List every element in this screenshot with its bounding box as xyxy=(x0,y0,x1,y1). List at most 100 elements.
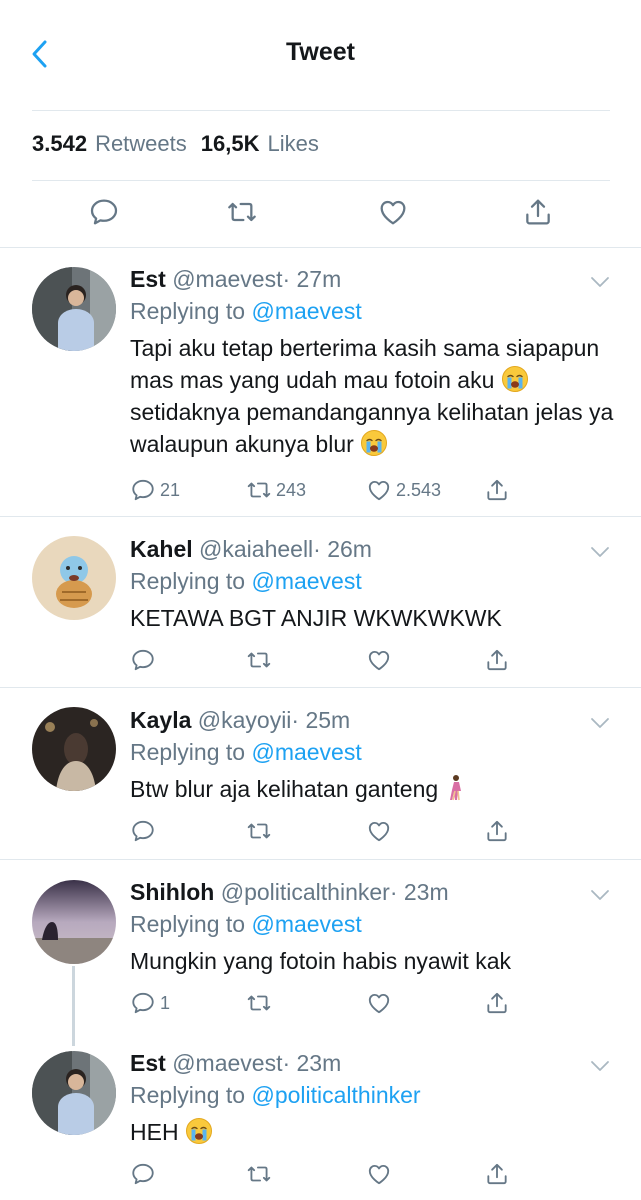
retweet-icon xyxy=(246,1161,272,1187)
retweet-button[interactable] xyxy=(246,644,272,676)
like-button[interactable] xyxy=(366,644,392,676)
display-name[interactable]: Est xyxy=(130,1050,166,1076)
reply-icon xyxy=(130,818,156,844)
crying-emoji-icon xyxy=(360,429,388,457)
divider xyxy=(0,247,641,248)
tweet-action-bar xyxy=(0,180,641,246)
mention-link[interactable]: @maevest xyxy=(251,298,361,324)
chevron-down-icon[interactable] xyxy=(589,544,611,560)
share-button[interactable] xyxy=(484,644,510,676)
display-name[interactable]: Est xyxy=(130,266,166,292)
user-handle[interactable]: @maevest xyxy=(172,1050,282,1076)
share-icon xyxy=(484,477,510,503)
replying-label: Replying to xyxy=(130,739,246,765)
chevron-down-icon[interactable] xyxy=(589,1058,611,1074)
retweet-button[interactable]: 243 xyxy=(246,474,306,506)
share-button[interactable] xyxy=(484,1158,510,1190)
timestamp: · 23m xyxy=(389,879,449,905)
chevron-down-icon[interactable] xyxy=(589,715,611,731)
retweet-icon xyxy=(246,477,272,503)
reply-actions xyxy=(130,1158,630,1190)
avatar[interactable] xyxy=(32,267,116,351)
page-title: Tweet xyxy=(286,38,355,66)
display-name[interactable]: Shihloh xyxy=(130,879,214,905)
avatar[interactable] xyxy=(32,707,116,791)
avatar[interactable] xyxy=(32,880,116,964)
share-button[interactable] xyxy=(484,987,510,1019)
timestamp: · 23m xyxy=(282,1050,342,1076)
avatar[interactable] xyxy=(32,1051,116,1135)
tweet-stats: 3.542 Retweets 16,5K Likes xyxy=(32,131,325,157)
mention-link[interactable]: @maevest xyxy=(251,739,361,765)
divider xyxy=(32,110,610,111)
mention-link[interactable]: @politicalthinker xyxy=(251,1082,420,1108)
reply-count: 21 xyxy=(160,479,181,500)
list-item[interactable]: Shihloh @politicalthinker· 23m Replying … xyxy=(0,869,641,1029)
replying-to: Replying to @maevest xyxy=(130,298,362,325)
heart-icon xyxy=(366,1161,392,1187)
reply-actions xyxy=(130,644,630,676)
retweet-icon xyxy=(246,647,272,673)
display-name[interactable]: Kahel xyxy=(130,536,193,562)
retweets-label[interactable]: Retweets xyxy=(95,131,187,157)
list-item[interactable]: Kayla @kayoyii· 25m Replying to @maevest… xyxy=(0,697,641,857)
reply-header: Est @maevest· 27m xyxy=(130,266,341,293)
replying-label: Replying to xyxy=(130,911,246,937)
reply-button[interactable] xyxy=(84,192,124,232)
avatar[interactable] xyxy=(32,536,116,620)
reply-button[interactable]: 21 xyxy=(130,474,180,506)
retweet-button[interactable] xyxy=(246,1158,272,1190)
reply-icon xyxy=(130,647,156,673)
reply-button[interactable]: 1 xyxy=(130,987,170,1019)
reply-button[interactable] xyxy=(130,1158,156,1190)
mention-link[interactable]: @maevest xyxy=(251,911,361,937)
crying-emoji-icon xyxy=(501,365,529,393)
like-button[interactable] xyxy=(366,987,392,1019)
chevron-down-icon[interactable] xyxy=(589,274,611,290)
mention-link[interactable]: @maevest xyxy=(251,568,361,594)
user-handle[interactable]: @kayoyii xyxy=(198,707,292,733)
retweet-button[interactable] xyxy=(246,987,272,1019)
list-item[interactable]: Est @maevest· 27m Replying to @maevest T… xyxy=(0,256,641,516)
heart-icon xyxy=(366,647,392,673)
reply-button[interactable] xyxy=(130,815,156,847)
like-button[interactable] xyxy=(373,192,413,232)
retweet-button[interactable] xyxy=(222,192,262,232)
reply-header: Shihloh @politicalthinker· 23m xyxy=(130,879,449,906)
timestamp: · 25m xyxy=(291,707,351,733)
chevron-down-icon[interactable] xyxy=(589,887,611,903)
divider xyxy=(0,859,641,860)
share-button[interactable] xyxy=(518,192,558,232)
top-bar: Tweet · · · xyxy=(0,0,641,88)
list-item[interactable]: Kahel @kaiaheell· 26m Replying to @maeve… xyxy=(0,526,641,686)
display-name[interactable]: Kayla xyxy=(130,707,191,733)
user-handle[interactable]: @politicalthinker xyxy=(221,879,390,905)
user-handle[interactable]: @maevest xyxy=(172,266,282,292)
replying-to: Replying to @maevest xyxy=(130,911,362,938)
replying-to: Replying to @maevest xyxy=(130,739,362,766)
like-button[interactable] xyxy=(366,1158,392,1190)
retweet-icon xyxy=(246,990,272,1016)
replying-to: Replying to @politicalthinker xyxy=(130,1082,421,1109)
replying-label: Replying to xyxy=(130,568,246,594)
user-handle[interactable]: @kaiaheell xyxy=(199,536,313,562)
reply-actions: 1 xyxy=(130,987,630,1019)
likes-label[interactable]: Likes xyxy=(268,131,319,157)
retweet-button[interactable] xyxy=(246,815,272,847)
share-icon xyxy=(484,818,510,844)
like-button[interactable] xyxy=(366,815,392,847)
share-button[interactable] xyxy=(484,474,510,506)
list-item[interactable]: Est @maevest· 23m Replying to @political… xyxy=(0,1040,641,1200)
reply-text: KETAWA BGT ANJIR WKWKWKWK xyxy=(130,605,502,631)
share-button[interactable] xyxy=(484,815,510,847)
timestamp: · 27m xyxy=(282,266,342,292)
retweet-icon xyxy=(226,196,258,228)
divider xyxy=(0,687,641,688)
reply-header: Kayla @kayoyii· 25m xyxy=(130,707,350,734)
replying-to: Replying to @maevest xyxy=(130,568,362,595)
reply-button[interactable] xyxy=(130,644,156,676)
share-icon xyxy=(484,647,510,673)
like-button[interactable]: 2.543 xyxy=(366,474,441,506)
retweet-icon xyxy=(246,818,272,844)
reply-actions: 21 243 2.543 xyxy=(130,474,630,506)
